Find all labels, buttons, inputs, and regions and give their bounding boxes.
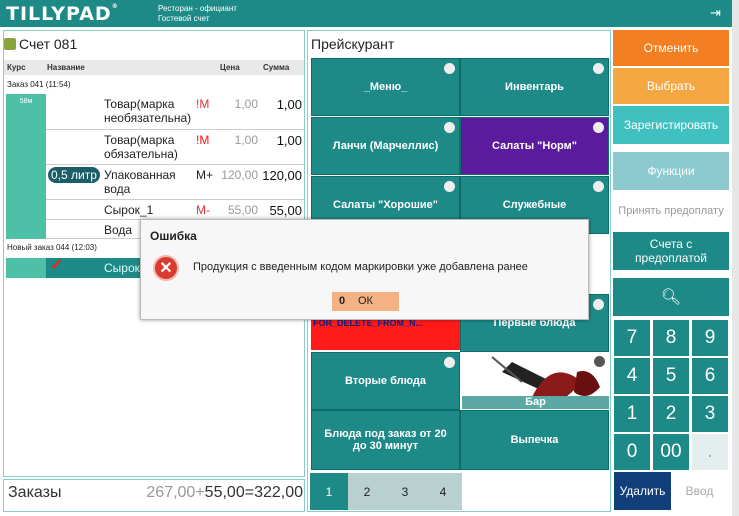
item-sum: 1,00 [276,133,302,148]
item-name: Упакованная вода [104,168,176,196]
keypad-key[interactable]: 1 [614,396,650,432]
screen-label: Гостевой счет [158,14,210,23]
table-header: Курс Название Цена Сумма [4,60,304,75]
page-button[interactable]: 1 [310,473,348,510]
account-tag-icon [4,38,16,50]
checkmark-icon: ✓ [50,257,64,274]
logout-icon[interactable]: ⇥ [710,5,721,21]
keypad-key[interactable]: 2 [653,396,689,432]
pricelist-tile[interactable]: Выпечка [460,410,609,470]
pricelist-tile[interactable]: Инвентарь [460,58,609,116]
cancel-button[interactable]: Отменить [613,30,729,66]
top-bar: TILLYPAD® Ресторан - официант Гостевой с… [0,0,732,27]
mark-status: !M [196,97,210,111]
pricelist-tile[interactable]: Блюда под заказ от 20 до 30 минут [311,410,460,470]
pricelist-tile[interactable]: _Меню_ [311,58,460,116]
error-dialog: Ошибка ✕ Продукция с введенным кодом мар… [140,219,589,320]
item-price: 1,00 [234,133,258,147]
window-shadow [732,0,739,516]
page-button[interactable]: 4 [424,473,462,510]
table-row[interactable]: Сырок_1 M- 55,00 55,00 [46,200,304,220]
dialog-message: Продукция с введенным кодом маркировки у… [193,261,528,273]
item-sum: 1,00 [276,97,302,112]
item-sum: 55,00 [269,203,302,218]
folder-icon [593,122,604,133]
bar-label: Бар [462,396,609,409]
item-price: 55,00 [227,203,258,217]
ok-button[interactable]: 0 ОК [332,292,399,311]
pricelist-tile[interactable]: Ланчи (Марчеллис) [311,117,460,175]
ok-hotkey: 0 [339,295,346,307]
folder-icon [593,299,604,310]
item-price: 120,00 [221,168,258,182]
account-title: Счет 081 [4,36,77,52]
orders-label: Заказы [8,484,62,501]
item-name: Сырок_1 [104,203,154,217]
item-name: Товар(марка обязательна) [104,133,178,161]
ok-label: ОК [358,295,373,307]
table-row[interactable]: Товар(марка обязательна) !M 1,00 1,00 [46,130,304,165]
header-name: Название [47,63,85,72]
keypad-key[interactable]: 6 [692,358,728,394]
keypad-key[interactable]: 3 [692,396,728,432]
folder-icon [444,357,455,368]
delete-button[interactable]: Удалить [614,472,671,510]
pricelist-title: Прейскурант [311,36,395,52]
keypad-key[interactable]: 0 [614,434,650,470]
register-button[interactable]: Зарегистировать [613,106,729,144]
app-window: TILLYPAD® Ресторан - официант Гостевой с… [0,0,739,516]
table-row[interactable]: Товар(марка необязательна) !M 1,00 1,00 [46,94,304,130]
keypad-key[interactable]: 7 [614,320,650,356]
mark-status: !M [196,133,210,147]
dialog-title: Ошибка [150,229,197,243]
item-price: 1,00 [234,97,258,111]
item-sum: 120,00 [262,168,302,183]
folder-icon [594,356,605,367]
pricelist-tile[interactable]: Вторые блюда [311,352,460,410]
keypad-key[interactable]: 9 [692,320,728,356]
error-icon: ✕ [153,255,179,281]
header-price: Цена [220,63,240,72]
keypad-key[interactable]: 00 [653,434,689,470]
header-sum: Сумма [263,63,290,72]
folder-icon [444,122,455,133]
order-label: Заказ 041 (11:54) [7,80,71,89]
course-block[interactable] [6,258,46,278]
totals-summary: 267,00+55,00=322,00 [146,484,303,501]
mode-label: Ресторан - официант [158,4,237,13]
item-name: Товар(марка необязательна) [104,97,192,125]
keypad-key[interactable]: 5 [653,358,689,394]
keypad-key[interactable]: 4 [614,358,650,394]
mark-status: M+ [196,168,214,182]
course-block[interactable]: 58м [6,94,46,239]
volume-badge: 0,5 литр [48,167,100,183]
accept-prepayment-button[interactable]: Принять предоплату [613,192,729,230]
mark-status: M- [196,203,210,217]
keypad-key[interactable]: 8 [653,320,689,356]
table-row[interactable]: 0,5 литр Упакованная вода M+ 120,00 120,… [46,165,304,200]
search-icon[interactable]: 🔍︎ [613,278,729,316]
folder-icon [593,63,604,74]
keypad-key[interactable]: . [692,434,728,470]
folder-icon [593,181,604,192]
header-course: Курс [7,63,26,72]
folder-icon [444,63,455,74]
page-button[interactable]: 2 [348,473,386,510]
enter-button[interactable]: Ввод [671,472,728,510]
pricelist-tile[interactable]: Салаты "Норм" [460,117,609,175]
new-order-label: Новый заказ 044 (12:03) [7,243,97,252]
prepaid-accounts-button[interactable]: Счета с предоплатой [613,232,729,270]
page-button[interactable]: 3 [386,473,424,510]
folder-icon [444,181,455,192]
app-logo: TILLYPAD® [6,3,119,25]
functions-button[interactable]: Функции [613,152,729,190]
select-button[interactable]: Выбрать [613,68,729,104]
